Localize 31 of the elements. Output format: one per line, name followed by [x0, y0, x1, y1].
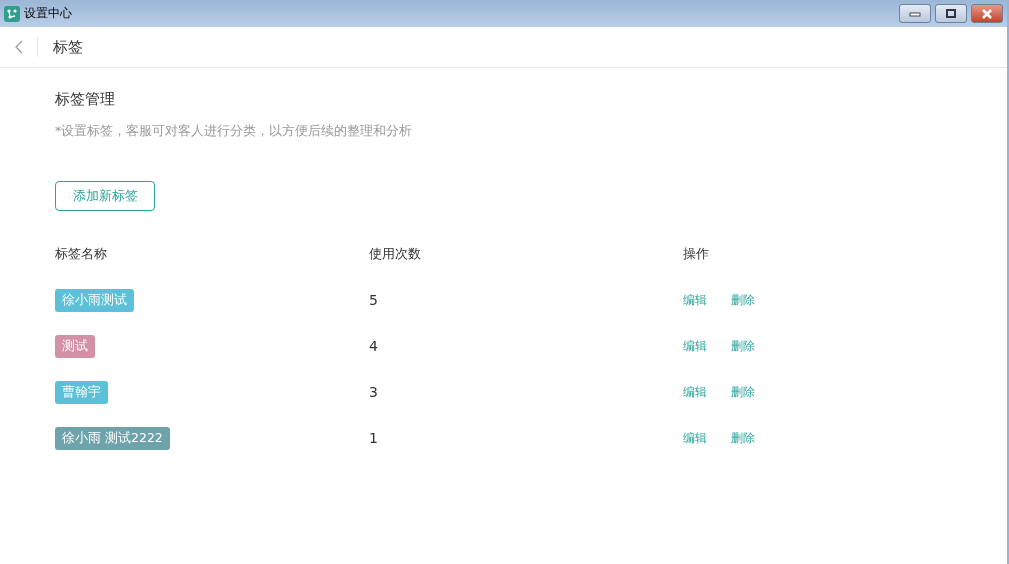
usage-count: 1	[369, 430, 379, 446]
edit-link[interactable]: 编辑	[683, 291, 707, 309]
edit-link[interactable]: 编辑	[683, 429, 707, 447]
close-icon	[981, 8, 993, 19]
usage-count: 4	[369, 338, 379, 354]
column-header: 操作	[683, 245, 710, 263]
tag-label: 徐小雨测试	[55, 288, 134, 312]
delete-link[interactable]: 删除	[731, 337, 755, 355]
maximize-button[interactable]	[935, 4, 967, 23]
usage-count: 3	[369, 384, 379, 400]
tag-label: 测试	[55, 334, 95, 358]
window-title: 设置中心	[24, 5, 73, 22]
section-title: 标签管理	[55, 90, 116, 109]
close-button[interactable]	[971, 4, 1003, 23]
column-header: 使用次数	[369, 245, 422, 263]
column-header: 标签名称	[55, 245, 108, 263]
delete-link[interactable]: 删除	[731, 291, 755, 309]
page-title: 标签	[53, 37, 83, 57]
edit-link[interactable]: 编辑	[683, 337, 707, 355]
tag-label: 曹翰宇	[55, 380, 108, 404]
minimize-icon	[909, 10, 921, 17]
restore-icon	[945, 8, 957, 19]
usage-count: 5	[369, 292, 379, 308]
hint-text: *设置标签，客服可对客人进行分类，以方便后续的整理和分析	[55, 123, 414, 140]
edit-link[interactable]: 编辑	[683, 383, 707, 401]
tag-label: 徐小雨 测试2222	[55, 426, 170, 450]
chevron-left-icon	[14, 40, 23, 54]
app-logo-icon	[4, 5, 20, 22]
add-tag-button[interactable]: 添加新标签	[55, 181, 155, 211]
delete-link[interactable]: 删除	[731, 383, 755, 401]
delete-link[interactable]: 删除	[731, 429, 755, 447]
